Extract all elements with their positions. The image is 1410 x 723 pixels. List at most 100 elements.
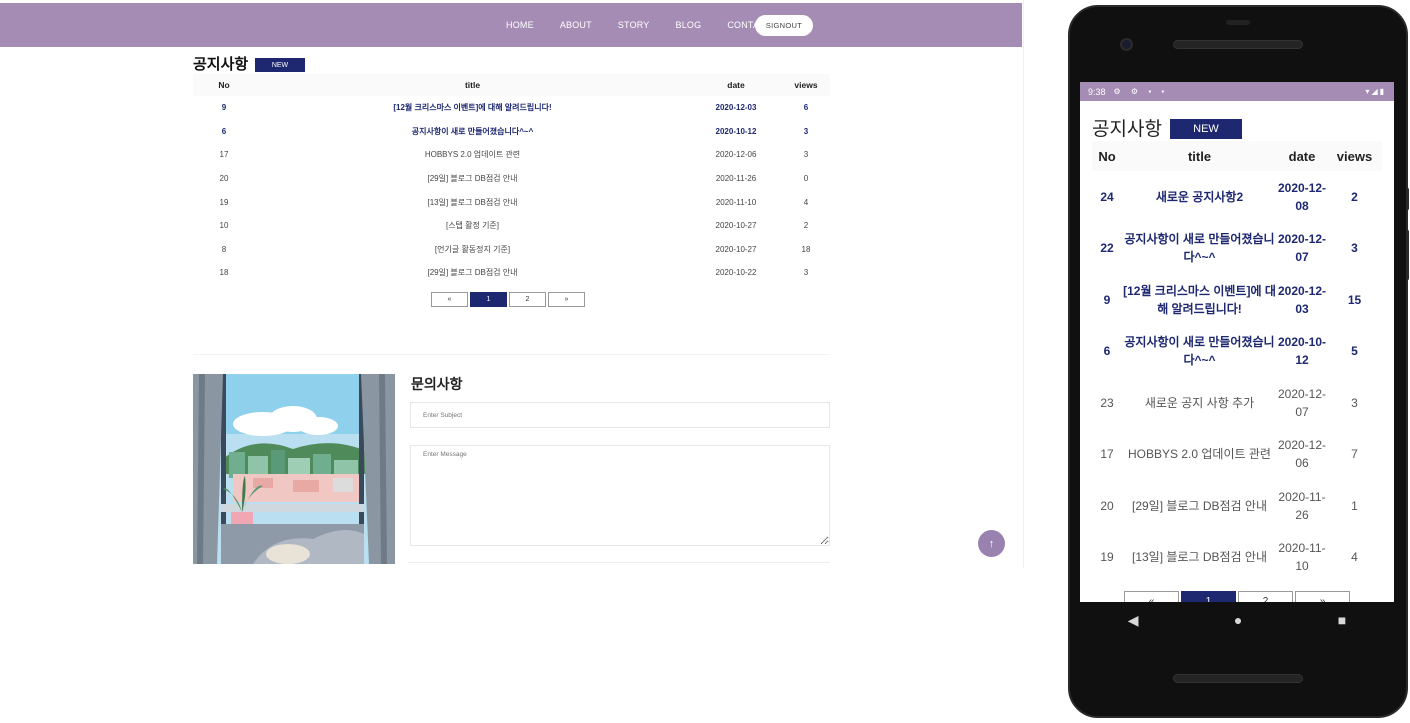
subject-input[interactable] [410, 402, 830, 428]
mobile-row-title[interactable]: 새로운 공지 사항 추가 [1122, 377, 1277, 429]
pagination-last-button[interactable]: » [548, 292, 585, 307]
desktop-page: HOME ABOUT STORY BLOG CONTACT SIGNOUT 공지… [0, 0, 1024, 568]
scroll-to-top-button[interactable]: ↑ [978, 530, 1005, 557]
row-views: 3 [803, 150, 809, 160]
row-views: 2 [803, 221, 809, 231]
table-row[interactable]: 10 [스탭 활정 기준] 2020-10-27 2 [193, 214, 830, 238]
mobile-row-views: 1 [1351, 498, 1358, 513]
mobile-column-header-no: No [1092, 141, 1122, 171]
row-views: 3 [803, 268, 809, 278]
row-date: 2020-10-27 [715, 221, 757, 231]
section-divider [193, 354, 830, 355]
nav-blog-link[interactable]: BLOG [676, 20, 702, 30]
row-title[interactable]: [12월 크리스마스 이벤트]에 대해 알려드립니다! [255, 96, 690, 120]
pagination-page-2[interactable]: 2 [509, 292, 546, 307]
mobile-row-title[interactable]: [29일] 블로그 DB점검 안내 [1122, 480, 1277, 532]
mobile-row-no: 9 [1103, 292, 1111, 307]
android-nav-bar: ◀ ● ■ [1080, 602, 1394, 638]
row-title[interactable]: [스탭 활정 기준] [255, 214, 690, 238]
column-header-views: views [782, 74, 830, 96]
table-row[interactable]: 17 HOBBYS 2.0 업데이트 관련 2020-12-06 3 [193, 143, 830, 167]
nav-story-link[interactable]: STORY [618, 20, 650, 30]
arrow-up-icon: ↑ [988, 537, 995, 550]
mobile-pagination-page-1[interactable]: 1 [1181, 591, 1236, 602]
mobile-row-date: 2020-12-07 [1277, 386, 1327, 419]
mobile-column-header-views: views [1327, 141, 1382, 171]
phone-power-button [1406, 188, 1409, 210]
message-textarea[interactable] [410, 445, 830, 546]
mobile-row-no: 20 [1100, 498, 1114, 513]
mobile-table-row[interactable]: 19 [13일] 블로그 DB점검 안내 2020-11-10 4 [1092, 532, 1382, 584]
row-date: 2020-11-10 [715, 197, 757, 207]
mobile-row-no: 24 [1100, 189, 1114, 204]
form-bottom-rule [408, 562, 830, 563]
camera-icon [1120, 38, 1133, 51]
pagination-first-button[interactable]: « [431, 292, 468, 307]
mobile-column-header-title: title [1122, 141, 1277, 171]
mobile-row-title[interactable]: HOBBYS 2.0 업데이트 관련 [1122, 429, 1277, 481]
mobile-table-row[interactable]: 22 공지사항이 새로 만들어졌습니다^~^ 2020-12-07 3 [1092, 223, 1382, 275]
row-title[interactable]: [29일] 블로그 DB점검 안내 [255, 261, 690, 285]
mobile-row-title[interactable]: [12월 크리스마스 이벤트]에 대해 알려드립니다! [1122, 274, 1277, 326]
row-no: 19 [219, 197, 229, 207]
table-row[interactable]: 8 [언기글 활동정지 기준] 2020-10-27 18 [193, 238, 830, 262]
row-views: 3 [803, 126, 809, 136]
table-row[interactable]: 20 [29일] 블로그 DB점검 안내 2020-11-26 0 [193, 167, 830, 191]
mobile-row-views: 3 [1351, 241, 1358, 256]
mobile-pagination: « 1 2 » [1124, 591, 1352, 602]
notice-table-body: 9 [12월 크리스마스 이벤트]에 대해 알려드립니다! 2020-12-03 6 6… [193, 96, 830, 285]
table-row[interactable]: 18 [29일] 블로그 DB점검 안내 2020-10-22 3 [193, 261, 830, 285]
row-title[interactable]: [13일] 블로그 DB점검 안내 [255, 190, 690, 214]
nav-about-link[interactable]: ABOUT [560, 20, 592, 30]
pagination-page-1[interactable]: 1 [470, 292, 507, 307]
row-title[interactable]: [언기글 활동정지 기준] [255, 238, 690, 262]
table-row[interactable]: 9 [12월 크리스마스 이벤트]에 대해 알려드립니다! 2020-12-03 6 [193, 96, 830, 120]
new-post-button[interactable]: NEW [255, 58, 305, 72]
table-row[interactable]: 6 공지사항이 새로 만들어졌습니다^~^ 2020-10-12 3 [193, 120, 830, 144]
phone-earpiece [1226, 20, 1250, 25]
mobile-pagination-last-button[interactable]: » [1295, 591, 1350, 602]
mobile-table-row[interactable]: 20 [29일] 블로그 DB점검 안내 2020-11-26 1 [1092, 480, 1382, 532]
mobile-row-title[interactable]: 공지사항이 새로 만들어졌습니다^~^ [1122, 223, 1277, 275]
mobile-row-date: 2020-12-08 [1277, 180, 1327, 213]
row-title[interactable]: [29일] 블로그 DB점검 안내 [255, 167, 690, 191]
notice-title: 공지사항 [193, 56, 249, 73]
mobile-notice-table: No title date views 24 새로운 공지사항2 2020-12-0… [1092, 141, 1382, 583]
recents-icon[interactable]: ■ [1338, 612, 1346, 628]
mobile-row-views: 5 [1351, 344, 1358, 359]
mobile-new-post-button[interactable]: NEW [1170, 119, 1242, 139]
mobile-row-views: 7 [1351, 447, 1358, 462]
column-header-date: date [690, 74, 782, 96]
mobile-table-header-row: No title date views [1092, 141, 1382, 171]
mobile-row-title[interactable]: 새로운 공지사항2 [1122, 171, 1277, 223]
mobile-table-row[interactable]: 24 새로운 공지사항2 2020-12-08 2 [1092, 171, 1382, 223]
mobile-pagination-page-2[interactable]: 2 [1238, 591, 1293, 602]
phone-top-speaker [1173, 40, 1303, 49]
mobile-row-views: 4 [1351, 550, 1358, 565]
mobile-row-date: 2020-11-10 [1278, 541, 1326, 574]
row-no: 18 [219, 268, 229, 278]
mobile-row-title[interactable]: [13일] 블로그 DB점검 안내 [1122, 532, 1277, 584]
row-views: 18 [801, 244, 811, 254]
row-title[interactable]: 공지사항이 새로 만들어졌습니다^~^ [255, 120, 690, 144]
row-no: 10 [219, 221, 229, 231]
mobile-row-title[interactable]: 공지사항이 새로 만들어졌습니다^~^ [1122, 326, 1277, 378]
mobile-table-row[interactable]: 23 새로운 공지 사항 추가 2020-12-07 3 [1092, 377, 1382, 429]
row-no: 9 [221, 103, 227, 113]
mobile-table-row[interactable]: 17 HOBBYS 2.0 업데이트 관련 2020-12-06 7 [1092, 429, 1382, 481]
mobile-row-no: 23 [1100, 395, 1114, 410]
row-title[interactable]: HOBBYS 2.0 업데이트 관련 [255, 143, 690, 167]
mobile-notice-table-body: 24 새로운 공지사항2 2020-12-08 2 22 공지사항이 새로 만들어졌습니다… [1092, 171, 1382, 583]
mobile-row-date: 2020-12-07 [1277, 232, 1327, 265]
home-icon[interactable]: ● [1234, 612, 1242, 628]
back-icon[interactable]: ◀ [1128, 612, 1139, 629]
signout-button[interactable]: SIGNOUT [755, 15, 813, 36]
mobile-pagination-first-button[interactable]: « [1124, 591, 1179, 602]
table-row[interactable]: 19 [13일] 블로그 DB점검 안내 2020-11-10 4 [193, 190, 830, 214]
nav-home-link[interactable]: HOME [506, 20, 534, 30]
mobile-table-row[interactable]: 6 공지사항이 새로 만들어졌습니다^~^ 2020-10-12 5 [1092, 326, 1382, 378]
row-views: 0 [803, 174, 809, 184]
mobile-table-row[interactable]: 9 [12월 크리스마스 이벤트]에 대해 알려드립니다! 2020-12-03 15 [1092, 274, 1382, 326]
notice-table: No title date views 9 [12월 크리스마스 이벤트]에 대해… [193, 74, 830, 285]
mobile-row-no: 22 [1100, 241, 1114, 256]
